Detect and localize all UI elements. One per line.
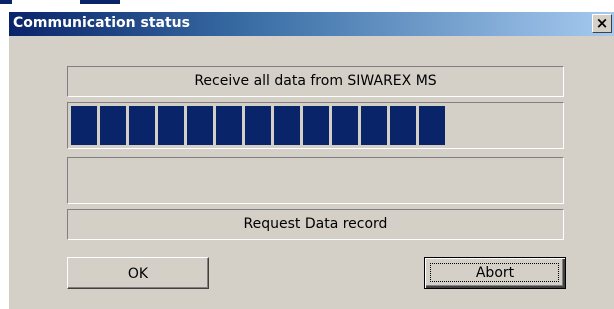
progress-block bbox=[332, 106, 358, 145]
progress-fill bbox=[71, 106, 560, 145]
progress-bar bbox=[67, 102, 564, 149]
empty-status-field bbox=[67, 157, 564, 204]
progress-block bbox=[71, 106, 97, 145]
progress-block bbox=[100, 106, 126, 145]
window-title: Communication status bbox=[13, 15, 190, 31]
progress-block bbox=[129, 106, 155, 145]
progress-block bbox=[390, 106, 416, 145]
request-status-field: Request Data record bbox=[67, 209, 564, 240]
dialog-client-area: Receive all data from SIWAREX MS Request… bbox=[9, 36, 614, 309]
ok-button-label: OK bbox=[127, 266, 149, 282]
status-message-field: Receive all data from SIWAREX MS bbox=[67, 66, 564, 97]
communication-status-dialog: Communication status × Receive all data … bbox=[0, 0, 614, 309]
title-bar[interactable]: Communication status × bbox=[9, 12, 614, 36]
clipped-titlebar-fragment bbox=[0, 0, 12, 4]
status-message-text: Receive all data from SIWAREX MS bbox=[194, 73, 437, 89]
abort-button[interactable]: Abort bbox=[424, 257, 566, 289]
request-status-text: Request Data record bbox=[243, 216, 388, 232]
ok-button[interactable]: OK bbox=[67, 257, 209, 289]
progress-block bbox=[216, 106, 242, 145]
progress-block bbox=[361, 106, 387, 145]
progress-block bbox=[158, 106, 184, 145]
close-button[interactable]: × bbox=[592, 14, 612, 33]
close-icon: × bbox=[595, 14, 609, 32]
progress-block bbox=[274, 106, 300, 145]
progress-block bbox=[245, 106, 271, 145]
clipped-titlebar-fragment bbox=[80, 0, 120, 4]
progress-block bbox=[303, 106, 329, 145]
abort-button-label: Abort bbox=[475, 265, 515, 281]
progress-block bbox=[419, 106, 445, 145]
progress-block bbox=[187, 106, 213, 145]
